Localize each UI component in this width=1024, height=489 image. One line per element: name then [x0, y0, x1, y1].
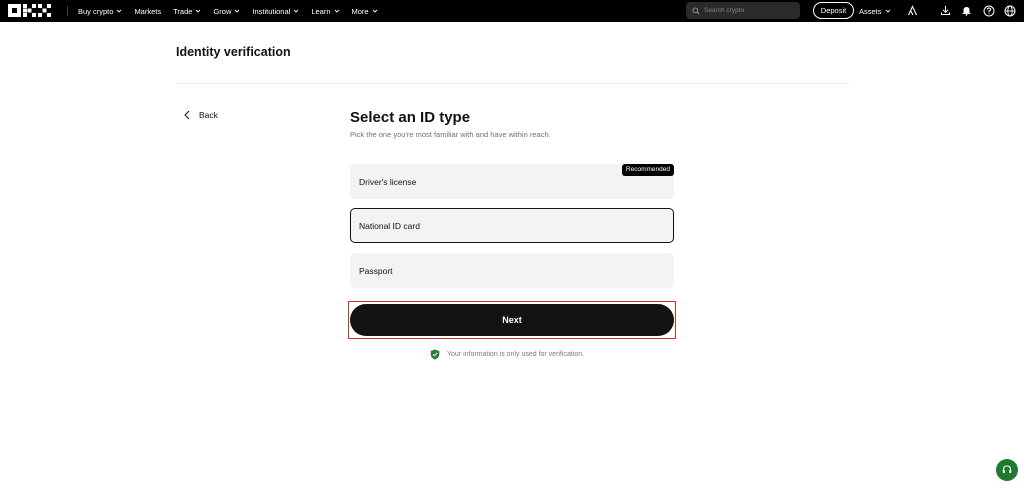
- nav-trade[interactable]: Trade: [173, 7, 201, 16]
- support-chat-icon: [1002, 465, 1012, 473]
- nav-buy-crypto[interactable]: Buy crypto: [78, 7, 122, 16]
- recommended-badge: Recommended: [621, 164, 674, 176]
- header-divider: [176, 83, 849, 84]
- assets-label: Assets: [859, 6, 882, 16]
- option-label: National ID card: [359, 220, 420, 231]
- back-label: Back: [199, 110, 218, 120]
- option-label: Driver's license: [359, 176, 417, 187]
- nav-markets[interactable]: Markets: [134, 7, 161, 16]
- language-button[interactable]: [1003, 4, 1016, 17]
- bell-icon: [962, 7, 971, 16]
- id-option-national-id-card[interactable]: National ID card: [350, 208, 674, 243]
- notifications-button[interactable]: [960, 4, 973, 17]
- nav-item-label: Grow: [213, 6, 232, 16]
- nav-item-label: Institutional: [252, 6, 291, 16]
- nav-item-label: Learn: [311, 6, 331, 16]
- chevron-down-icon: [372, 9, 377, 13]
- top-nav: Buy crypto Markets Trade Grow Institutio…: [0, 0, 1024, 22]
- section-heading: Select an ID type: [350, 109, 471, 126]
- user-icon: [908, 5, 917, 16]
- chevron-down-icon: [293, 9, 299, 13]
- main-nav: Buy crypto Markets Trade Grow Institutio…: [78, 0, 378, 22]
- id-option-passport[interactable]: Passport: [350, 253, 674, 288]
- nav-more[interactable]: More: [352, 7, 378, 16]
- privacy-note: Your information is only used for verifi…: [430, 349, 584, 360]
- help-button[interactable]: [982, 4, 995, 17]
- next-button[interactable]: Next: [350, 304, 674, 336]
- chevron-down-icon: [334, 9, 339, 13]
- download-icon: [941, 6, 950, 15]
- nav-grow[interactable]: Grow: [213, 7, 240, 16]
- chevron-down-icon: [196, 9, 201, 13]
- profile-button[interactable]: [906, 4, 919, 17]
- nav-item-label: Trade: [173, 6, 193, 16]
- search-box[interactable]: [686, 2, 800, 19]
- okx-logo[interactable]: [8, 4, 52, 17]
- id-option-drivers-license[interactable]: Driver's license Recommended: [350, 164, 674, 199]
- nav-item-label: More: [351, 6, 369, 16]
- chevron-left-icon: [184, 110, 190, 120]
- assets-menu[interactable]: Assets: [859, 0, 891, 22]
- nav-divider: [67, 6, 68, 16]
- shield-check-icon: [430, 349, 440, 360]
- privacy-note-text: Your information is only used for verifi…: [447, 351, 585, 358]
- search-icon: [692, 6, 700, 15]
- option-label: Passport: [359, 265, 393, 276]
- nav-item-label: Buy crypto: [78, 6, 114, 16]
- chevron-down-icon: [885, 9, 890, 13]
- page-title: Identity verification: [176, 45, 291, 59]
- support-chat-button[interactable]: [996, 459, 1018, 481]
- globe-icon: [1004, 5, 1015, 16]
- chevron-down-icon: [117, 9, 122, 13]
- back-button[interactable]: Back: [184, 110, 218, 120]
- nav-institutional[interactable]: Institutional: [252, 7, 299, 16]
- section-subheading: Pick the one you're most familiar with a…: [350, 130, 551, 139]
- help-icon: [983, 5, 994, 16]
- nav-item-label: Markets: [134, 6, 162, 16]
- nav-learn[interactable]: Learn: [311, 7, 339, 16]
- chevron-down-icon: [235, 9, 240, 13]
- search-input[interactable]: [704, 7, 794, 14]
- okx-logo-mark: [8, 4, 51, 17]
- download-button[interactable]: [939, 4, 952, 17]
- deposit-button[interactable]: Deposit: [813, 2, 854, 19]
